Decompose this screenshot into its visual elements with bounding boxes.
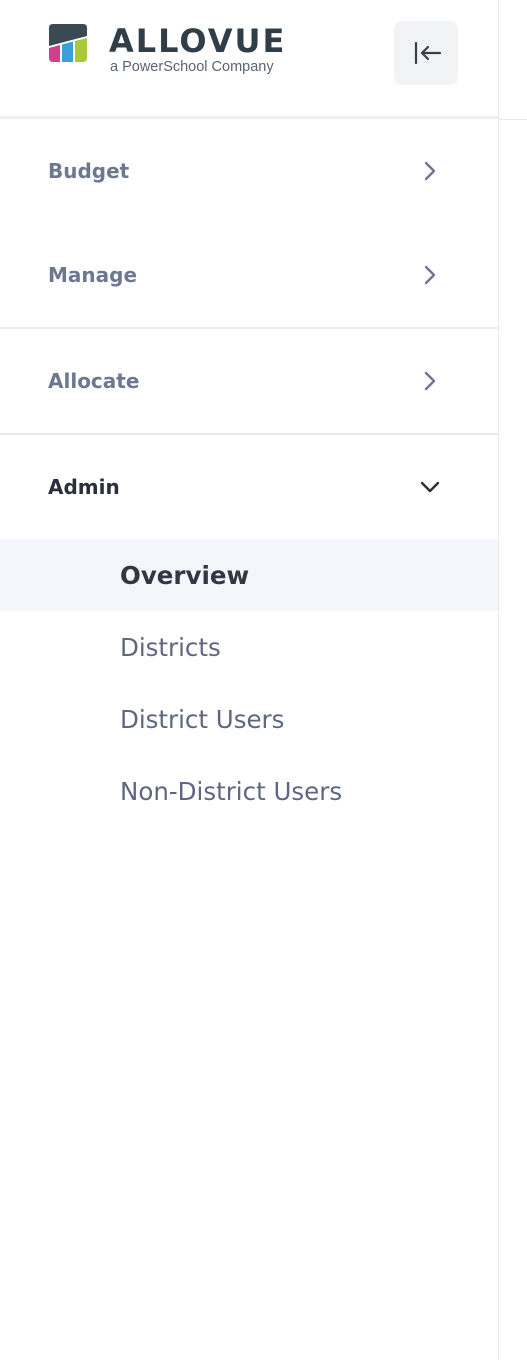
sidebar-item-label: Manage [48,263,138,287]
nav-group-admin: Admin Overview Districts District Users [0,435,498,827]
header-divider [499,119,527,120]
brand-text: ALLOVUE a PowerSchool Company [109,22,286,75]
sidebar-item-label: Admin [48,475,120,499]
brand-name: ALLOVUE [109,22,287,60]
allovue-logo-icon [49,24,87,62]
sidebar-item-label: Allocate [48,369,140,393]
sidebar-nav: Budget Manage Allocate Admin Overview Di… [0,119,498,827]
sidebar-item-label: Budget [48,159,130,183]
sidebar: ALLOVUE a PowerSchool Company Budget Man… [0,0,499,1360]
sidebar-header: ALLOVUE a PowerSchool Company [0,0,498,119]
sidebar-item-budget[interactable]: Budget [0,119,498,223]
collapse-left-icon [414,41,442,65]
admin-subnav: Overview Districts District Users Non-Di… [0,539,498,827]
brand-logo[interactable]: ALLOVUE a PowerSchool Company [47,22,286,75]
chevron-right-icon [424,161,436,181]
sidebar-item-admin[interactable]: Admin [0,435,498,539]
sidebar-item-allocate[interactable]: Allocate [0,329,498,433]
brand-tagline: a PowerSchool Company [110,59,274,75]
collapse-sidebar-button[interactable] [394,21,458,85]
nav-group-allocate: Allocate [0,329,498,435]
subnav-item-district-users[interactable]: District Users [0,683,498,755]
app-root: ALLOVUE a PowerSchool Company Budget Man… [0,0,527,1360]
subnav-item-non-district-users[interactable]: Non-District Users [0,755,498,827]
chevron-right-icon [424,371,436,391]
sidebar-item-manage[interactable]: Manage [0,223,498,327]
subnav-item-label: District Users [120,704,285,734]
nav-group-plan: Budget Manage [0,119,498,329]
subnav-item-label: Districts [120,632,221,662]
subnav-item-districts[interactable]: Districts [0,611,498,683]
subnav-item-overview[interactable]: Overview [0,539,498,611]
main-content-edge [499,0,527,1360]
subnav-item-label: Non-District Users [120,776,343,806]
chevron-right-icon [424,265,436,285]
chevron-down-icon [420,481,440,493]
subnav-item-label: Overview [120,560,250,590]
